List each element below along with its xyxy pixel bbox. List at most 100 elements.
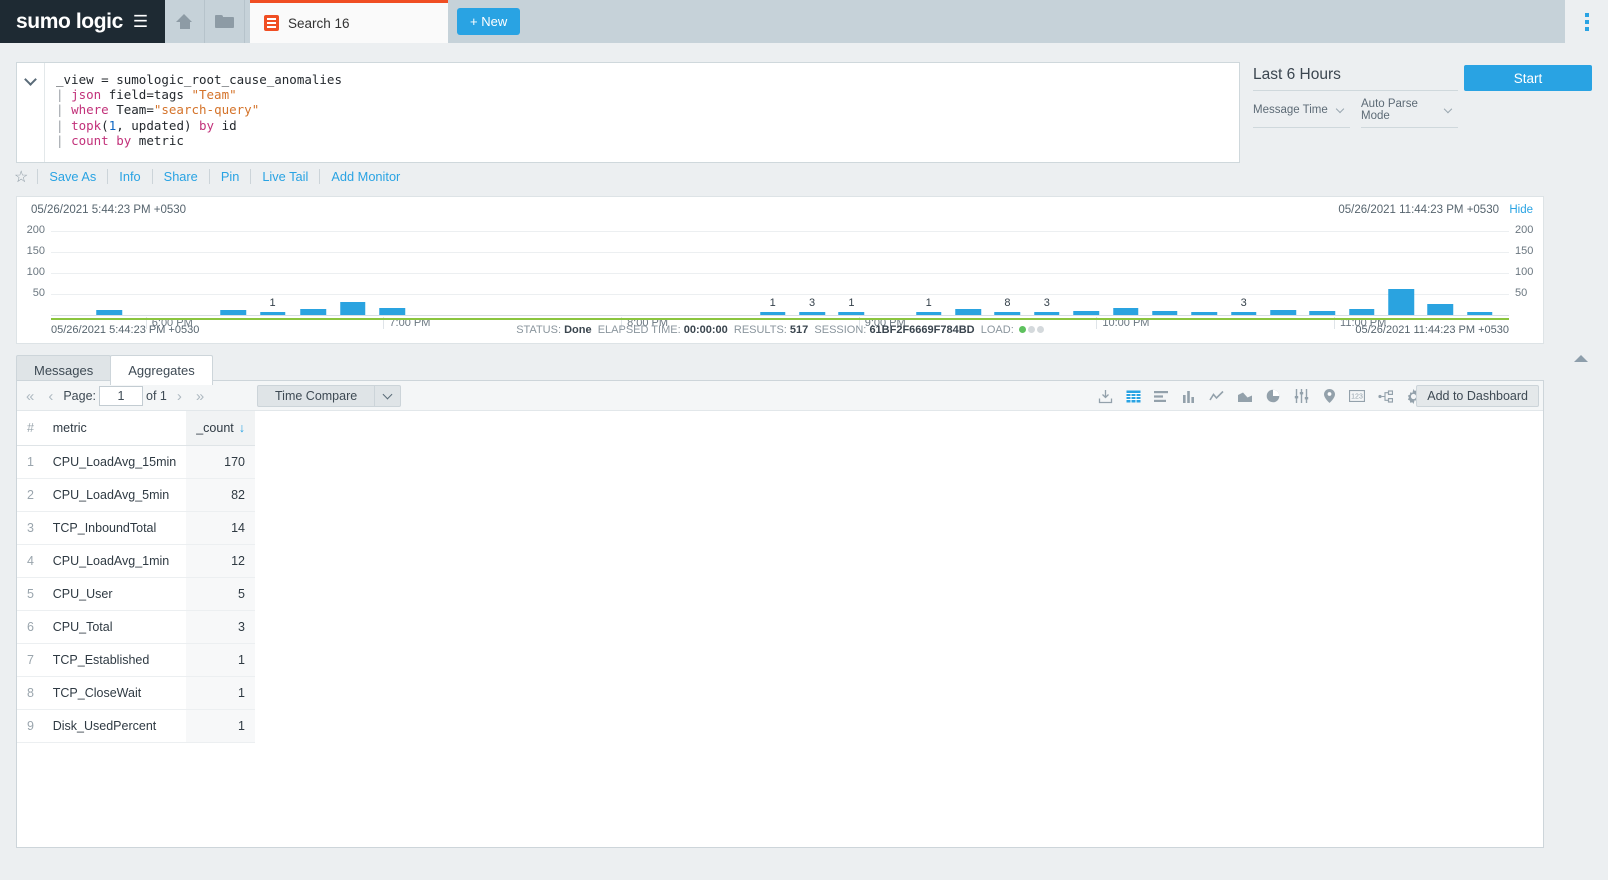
- histogram-bar[interactable]: [1152, 311, 1178, 315]
- histogram-bar[interactable]: [799, 312, 825, 315]
- table-row[interactable]: 9Disk_UsedPercent1: [17, 710, 255, 743]
- query-text[interactable]: _view = sumologic_root_cause_anomalies |…: [44, 63, 1239, 162]
- library-button[interactable]: [205, 0, 245, 43]
- query-collapse-button[interactable]: [17, 63, 44, 162]
- column-chart-icon[interactable]: [1175, 381, 1203, 411]
- query-string: "Team": [191, 87, 236, 102]
- histogram-bar[interactable]: [97, 310, 123, 315]
- histogram-bar[interactable]: [1034, 312, 1060, 315]
- add-monitor-link[interactable]: Add Monitor: [319, 169, 411, 184]
- results-value: 517: [790, 324, 808, 336]
- sumo-logic-app-window: sumo logic ☰ Search 16 + New _view = sum…: [0, 0, 1608, 880]
- table-row[interactable]: 2CPU_LoadAvg_5min82: [17, 479, 255, 512]
- single-value-icon[interactable]: 123: [1343, 381, 1371, 411]
- row-index: 2: [17, 479, 43, 512]
- info-link[interactable]: Info: [107, 169, 151, 184]
- time-scrubber[interactable]: [51, 318, 1509, 320]
- row-metric: CPU_User: [43, 578, 186, 611]
- session-value: 61BF2F6669F784BD: [869, 324, 974, 336]
- chevron-down-icon: [1336, 105, 1344, 113]
- star-icon[interactable]: ☆: [14, 167, 37, 187]
- histogram-bar[interactable]: [1388, 289, 1414, 315]
- table-row[interactable]: 1CPU_LoadAvg_15min170: [17, 446, 255, 479]
- time-compare-dropdown[interactable]: [374, 386, 400, 406]
- pin-link[interactable]: Pin: [209, 169, 251, 184]
- hamburger-icon[interactable]: ☰: [133, 13, 148, 30]
- table-row[interactable]: 4CPU_LoadAvg_1min12: [17, 545, 255, 578]
- live-tail-link[interactable]: Live Tail: [250, 169, 319, 184]
- prev-page-icon[interactable]: ‹: [41, 388, 60, 405]
- brand-logo[interactable]: sumo logic ☰: [0, 0, 165, 43]
- column-count[interactable]: _count↓: [186, 411, 255, 446]
- more-vertical-icon[interactable]: [1565, 0, 1608, 43]
- histogram-bar[interactable]: [260, 312, 286, 315]
- histogram-bar[interactable]: [839, 312, 865, 315]
- table-row[interactable]: 3TCP_InboundTotal14: [17, 512, 255, 545]
- row-count: 3: [186, 611, 255, 644]
- home-button[interactable]: [165, 0, 205, 43]
- start-button[interactable]: Start: [1464, 65, 1592, 91]
- query-editor[interactable]: _view = sumologic_root_cause_anomalies |…: [16, 62, 1240, 163]
- histogram-bar[interactable]: [340, 302, 366, 315]
- chevron-up-icon[interactable]: [1574, 355, 1588, 362]
- histogram-bar[interactable]: [760, 312, 786, 315]
- last-page-icon[interactable]: »: [189, 388, 211, 405]
- histogram-bar[interactable]: [1231, 312, 1257, 315]
- first-page-icon[interactable]: «: [19, 388, 41, 405]
- histogram-bar[interactable]: [221, 310, 247, 315]
- map-pin-icon[interactable]: [1315, 381, 1343, 411]
- save-as-link[interactable]: Save As: [37, 169, 107, 184]
- histogram-bar[interactable]: [379, 308, 405, 315]
- histogram-bar-label: 3: [1044, 297, 1050, 309]
- histogram-bar[interactable]: [1113, 308, 1139, 315]
- area-chart-icon[interactable]: [1231, 381, 1259, 411]
- histogram-bar[interactable]: [1270, 310, 1296, 315]
- share-link[interactable]: Share: [152, 169, 209, 184]
- column-metric[interactable]: metric: [43, 411, 186, 446]
- y-axis-tick-label: 150: [1515, 245, 1533, 257]
- table-icon[interactable]: [1119, 381, 1147, 411]
- export-icon[interactable]: [1091, 381, 1119, 411]
- histogram-bar[interactable]: [1192, 312, 1218, 315]
- sankey-icon[interactable]: [1371, 381, 1399, 411]
- sliders-icon[interactable]: [1287, 381, 1315, 411]
- new-button-container: + New: [448, 0, 529, 43]
- histogram-bar[interactable]: [1073, 311, 1099, 315]
- time-range-selector[interactable]: Last 6 Hours: [1253, 66, 1458, 91]
- line-chart-icon[interactable]: [1203, 381, 1231, 411]
- new-button[interactable]: + New: [457, 8, 520, 35]
- row-count: 1: [186, 677, 255, 710]
- tab-search-16[interactable]: Search 16: [250, 0, 448, 43]
- histogram-bar[interactable]: [1310, 311, 1336, 315]
- histogram-bar[interactable]: [301, 309, 327, 315]
- row-metric: Disk_UsedPercent: [43, 710, 186, 743]
- histogram-bar[interactable]: [1428, 304, 1454, 315]
- histogram-bar-label: 3: [809, 297, 815, 309]
- horizontal-bar-icon[interactable]: [1147, 381, 1175, 411]
- histogram-bar[interactable]: [1349, 309, 1375, 315]
- parse-mode-select[interactable]: Auto Parse Mode: [1361, 98, 1458, 128]
- histogram-bar[interactable]: [955, 309, 981, 315]
- add-to-dashboard-button[interactable]: Add to Dashboard: [1416, 385, 1539, 407]
- row-metric: CPU_LoadAvg_1min: [43, 545, 186, 578]
- query-string: "search-query": [154, 102, 259, 117]
- y-axis-tick-label: 150: [27, 245, 45, 257]
- message-time-select[interactable]: Message Time: [1253, 98, 1350, 128]
- table-row[interactable]: 7TCP_Established1: [17, 644, 255, 677]
- time-compare-button[interactable]: Time Compare: [257, 385, 401, 407]
- histogram-bar[interactable]: [1467, 312, 1493, 315]
- next-page-icon[interactable]: ›: [170, 388, 189, 405]
- hide-histogram-link[interactable]: Hide: [1509, 204, 1533, 216]
- histogram-bar[interactable]: [916, 312, 942, 315]
- row-index: 5: [17, 578, 43, 611]
- tab-aggregates[interactable]: Aggregates: [110, 355, 213, 385]
- results-toolbar: « ‹ Page: of 1 › » Time Compare: [17, 381, 1543, 411]
- histogram-plot[interactable]: 2002001501501001005050113118336:00 PM7:0…: [51, 223, 1509, 315]
- histogram-bar[interactable]: [995, 312, 1021, 315]
- page-input[interactable]: [99, 386, 143, 406]
- pie-chart-icon[interactable]: [1259, 381, 1287, 411]
- table-row[interactable]: 6CPU_Total3: [17, 611, 255, 644]
- table-row[interactable]: 8TCP_CloseWait1: [17, 677, 255, 710]
- column-index[interactable]: #: [17, 411, 43, 446]
- table-row[interactable]: 5CPU_User5: [17, 578, 255, 611]
